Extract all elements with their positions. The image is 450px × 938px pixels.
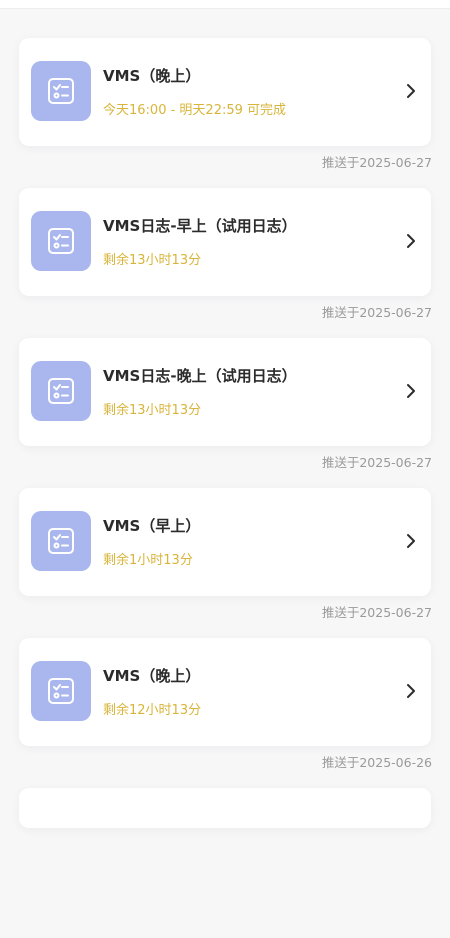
- task-card[interactable]: VMS（晚上） 剩余12小时13分: [19, 638, 431, 746]
- pushed-date: 推送于2025-06-26: [321, 755, 432, 770]
- task-item: VMS（晚上） 剩余12小时13分 推送于2025-06-26: [0, 638, 450, 788]
- task-item: VMS（晚上） 今天16:00 - 明天22:59 可完成 推送于2025-06…: [0, 38, 450, 188]
- task-title: VMS日志-晚上（试用日志）: [103, 367, 297, 385]
- task-card[interactable]: VMS日志-早上（试用日志） 剩余13小时13分: [19, 188, 431, 296]
- pushed-date: 推送于2025-06-27: [321, 605, 432, 620]
- task-status: 剩余13小时13分: [103, 403, 202, 418]
- chevron-right-icon: [407, 534, 415, 548]
- task-title: VMS（早上）: [103, 517, 201, 535]
- task-item-partial: [0, 788, 450, 938]
- top-bar: [0, 0, 450, 9]
- task-item: VMS日志-早上（试用日志） 剩余13小时13分 推送于2025-06-27: [0, 188, 450, 338]
- checklist-icon: [31, 661, 91, 721]
- pushed-date: 推送于2025-06-27: [321, 455, 432, 470]
- checklist-icon: [31, 361, 91, 421]
- chevron-right-icon: [407, 84, 415, 98]
- task-card[interactable]: VMS（早上） 剩余1小时13分: [19, 488, 431, 596]
- task-title: VMS（晚上）: [103, 67, 201, 85]
- checklist-icon: [31, 511, 91, 571]
- task-card[interactable]: VMS（晚上） 今天16:00 - 明天22:59 可完成: [19, 38, 431, 146]
- task-title: VMS日志-早上（试用日志）: [103, 217, 297, 235]
- task-status: 剩余13小时13分: [103, 253, 202, 268]
- checklist-icon: [31, 211, 91, 271]
- pushed-date: 推送于2025-06-27: [321, 305, 432, 320]
- pushed-date: 推送于2025-06-27: [321, 155, 432, 170]
- chevron-right-icon: [407, 234, 415, 248]
- task-status: 剩余1小时13分: [103, 553, 193, 568]
- task-item: VMS日志-晚上（试用日志） 剩余13小时13分 推送于2025-06-27: [0, 338, 450, 488]
- task-card-partial[interactable]: [19, 788, 431, 828]
- task-title: VMS（晚上）: [103, 667, 201, 685]
- task-list: VMS（晚上） 今天16:00 - 明天22:59 可完成 推送于2025-06…: [0, 38, 450, 938]
- task-status: 今天16:00 - 明天22:59 可完成: [103, 103, 287, 118]
- chevron-right-icon: [407, 684, 415, 698]
- task-card[interactable]: VMS日志-晚上（试用日志） 剩余13小时13分: [19, 338, 431, 446]
- checklist-icon: [31, 61, 91, 121]
- chevron-right-icon: [407, 384, 415, 398]
- task-item: VMS（早上） 剩余1小时13分 推送于2025-06-27: [0, 488, 450, 638]
- task-status: 剩余12小时13分: [103, 703, 202, 718]
